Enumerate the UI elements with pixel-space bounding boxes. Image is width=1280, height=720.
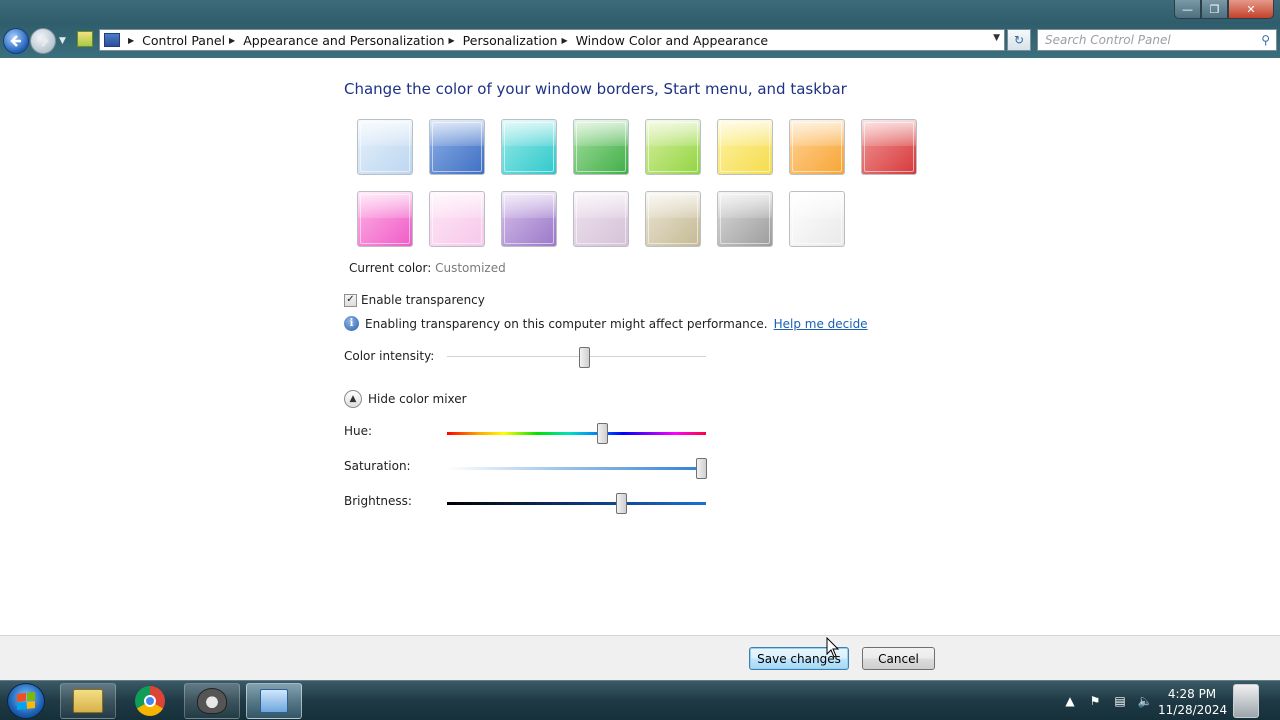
info-icon: i xyxy=(344,316,359,331)
transparency-info: i Enabling transparency on this computer… xyxy=(344,316,868,331)
color-swatch[interactable] xyxy=(645,119,701,175)
taskbar-control-panel[interactable] xyxy=(246,683,302,719)
color-swatch[interactable] xyxy=(861,119,917,175)
brightness-slider[interactable] xyxy=(447,493,706,514)
color-swatch[interactable] xyxy=(357,119,413,175)
color-swatch[interactable] xyxy=(573,191,629,247)
system-tray: ▲ ⚑ ▤ 🔈 xyxy=(1062,681,1153,720)
hue-track[interactable] xyxy=(447,432,706,435)
color-swatch[interactable] xyxy=(717,191,773,247)
hide-color-mixer-toggle[interactable]: ▲ Hide color mixer xyxy=(344,390,467,408)
brightness-track[interactable] xyxy=(447,502,706,505)
recent-pages-dropdown[interactable]: ▼ xyxy=(59,36,66,46)
color-intensity-slider[interactable] xyxy=(447,347,706,368)
chevron-right-icon[interactable]: ▶ xyxy=(229,36,235,45)
forward-arrow-icon xyxy=(38,35,49,47)
dialog-footer: Save changes Cancel xyxy=(0,635,1280,680)
chrome-icon xyxy=(135,686,165,716)
caption-buttons: — ❐ ✕ xyxy=(1174,0,1274,19)
action-center-flag-icon[interactable]: ⚑ xyxy=(1087,693,1103,709)
breadcrumb-personalization[interactable]: Personalization xyxy=(463,33,558,48)
refresh-button[interactable]: ↻ xyxy=(1007,29,1031,51)
taskbar-clock[interactable]: 4:28 PM 11/28/2024 xyxy=(1158,686,1228,718)
breadcrumb-window-color[interactable]: Window Color and Appearance xyxy=(576,33,768,48)
hue-label: Hue: xyxy=(344,424,373,438)
chevron-right-icon[interactable]: ▶ xyxy=(561,36,567,45)
current-color-value: Customized xyxy=(435,261,506,275)
taskbar-explorer[interactable] xyxy=(60,683,116,719)
clock-date: 11/28/2024 xyxy=(1158,703,1228,717)
color-intensity-thumb[interactable] xyxy=(579,347,591,368)
saturation-slider[interactable] xyxy=(447,458,707,479)
chevron-right-icon[interactable]: ▶ xyxy=(128,36,134,45)
address-bar[interactable]: ▶ Control Panel ▶ Appearance and Persona… xyxy=(99,29,1005,51)
taskbar-raccoon-app[interactable] xyxy=(184,683,240,719)
network-icon[interactable]: ▤ xyxy=(1112,693,1128,709)
color-swatch[interactable] xyxy=(501,119,557,175)
content-area: Change the color of your window borders,… xyxy=(0,58,1280,635)
help-me-decide-link[interactable]: Help me decide xyxy=(774,317,868,331)
page-title: Change the color of your window borders,… xyxy=(344,80,847,98)
search-box[interactable]: ⚲ xyxy=(1037,29,1277,51)
clock-time: 4:28 PM xyxy=(1167,687,1217,701)
color-swatch[interactable] xyxy=(501,191,557,247)
back-button[interactable] xyxy=(3,28,29,54)
control-panel-icon xyxy=(260,689,288,713)
close-button[interactable]: ✕ xyxy=(1228,0,1274,19)
taskbar-chrome[interactable] xyxy=(122,683,178,719)
hue-slider[interactable] xyxy=(447,423,706,444)
color-intensity-track[interactable] xyxy=(447,356,706,358)
color-swatch[interactable] xyxy=(573,119,629,175)
saturation-label: Saturation: xyxy=(344,459,411,473)
hide-color-mixer-label[interactable]: Hide color mixer xyxy=(368,392,467,406)
color-intensity-label: Color intensity: xyxy=(344,349,435,363)
search-input[interactable] xyxy=(1045,33,1245,47)
cancel-button[interactable]: Cancel xyxy=(862,647,935,670)
transparency-checkbox[interactable]: ✓ xyxy=(344,293,357,307)
color-swatch[interactable] xyxy=(429,191,485,247)
color-swatch[interactable] xyxy=(645,191,701,247)
color-swatch[interactable] xyxy=(789,119,845,175)
show-hidden-icons-icon[interactable]: ▲ xyxy=(1062,693,1078,709)
control-panel-icon xyxy=(104,33,120,47)
back-arrow-icon xyxy=(10,35,21,47)
raccoon-icon xyxy=(197,688,227,714)
transparency-info-text: Enabling transparency on this computer m… xyxy=(365,316,768,331)
saturation-thumb[interactable] xyxy=(695,458,707,479)
search-icon[interactable]: ⚲ xyxy=(1261,33,1270,47)
refresh-icon: ↻ xyxy=(1013,33,1025,47)
show-desktop-button[interactable] xyxy=(1228,682,1264,720)
address-dropdown-icon[interactable]: ▼ xyxy=(993,33,1000,43)
window-titlebar: — ❐ ✕ ▼ ▶ Control Panel ▶ Appearance and… xyxy=(0,0,1280,58)
color-swatch[interactable] xyxy=(789,191,845,247)
up-folder-icon[interactable] xyxy=(77,31,93,47)
current-color: Current color: Customized xyxy=(349,261,506,275)
volume-muted-icon[interactable]: 🔈 xyxy=(1137,693,1153,709)
forward-button[interactable] xyxy=(30,28,56,54)
saturation-track[interactable] xyxy=(447,467,706,470)
taskbar: ▲ ⚑ ▤ 🔈 4:28 PM 11/28/2024 xyxy=(0,680,1280,720)
transparency-option[interactable]: ✓ Enable transparency xyxy=(344,293,485,307)
color-swatch[interactable] xyxy=(717,119,773,175)
breadcrumb-appearance[interactable]: Appearance and Personalization xyxy=(243,33,444,48)
breadcrumb-control-panel[interactable]: Control Panel xyxy=(142,33,225,48)
color-swatch[interactable] xyxy=(357,191,413,247)
color-swatch[interactable] xyxy=(429,119,485,175)
brightness-label: Brightness: xyxy=(344,494,412,508)
start-button[interactable] xyxy=(7,683,45,719)
chevron-up-icon[interactable]: ▲ xyxy=(344,390,362,408)
mouse-cursor-icon xyxy=(826,637,840,658)
current-color-label: Current color: xyxy=(349,261,432,275)
brightness-thumb[interactable] xyxy=(615,493,627,514)
user-icon xyxy=(1233,684,1259,718)
chevron-right-icon[interactable]: ▶ xyxy=(449,36,455,45)
windows-logo-icon xyxy=(17,692,35,710)
transparency-label[interactable]: Enable transparency xyxy=(361,293,485,307)
maximize-button[interactable]: ❐ xyxy=(1201,0,1228,19)
minimize-button[interactable]: — xyxy=(1174,0,1201,19)
hue-thumb[interactable] xyxy=(597,423,609,444)
folder-icon xyxy=(73,689,103,713)
